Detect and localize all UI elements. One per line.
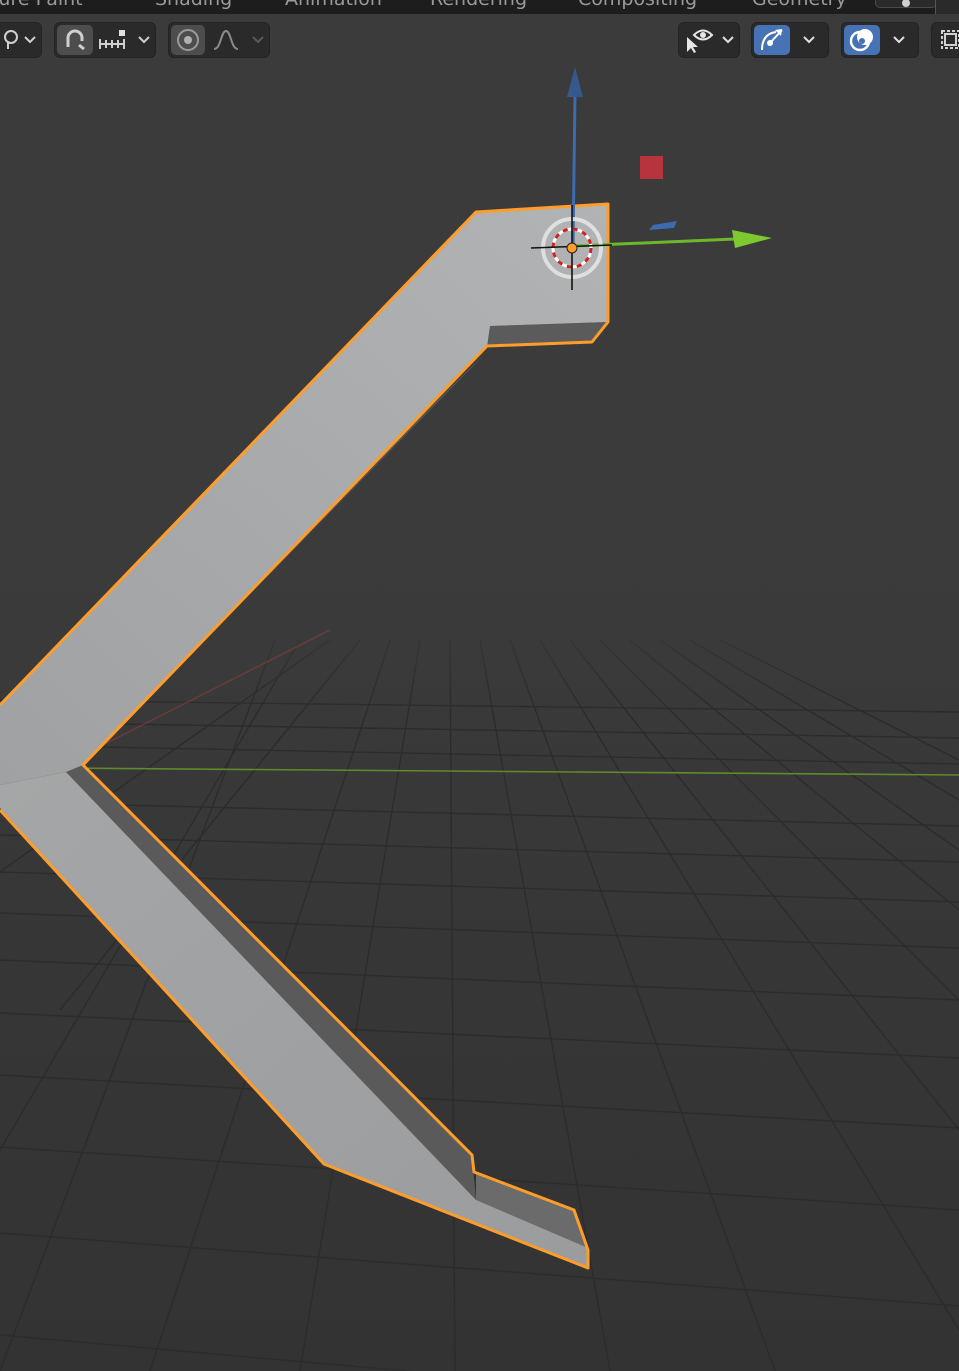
proportional-edit-group <box>168 22 270 58</box>
selected-mesh-object[interactable] <box>0 202 610 1270</box>
tab-rendering[interactable]: Rendering <box>430 0 527 10</box>
xray-toggle-button[interactable] <box>931 22 959 58</box>
gizmo-z-arrow[interactable] <box>567 67 583 97</box>
tab-shading[interactable]: Shading <box>155 0 232 10</box>
snap-target-dropdown[interactable] <box>95 25 129 55</box>
viewport-scene <box>0 67 959 1371</box>
gizmo-y-arrow[interactable] <box>732 230 772 248</box>
world-y-axis <box>59 767 959 776</box>
floor-grid <box>0 639 959 1371</box>
overlay-toggle-icon <box>849 29 873 52</box>
tab-animation[interactable]: Animation <box>285 0 382 10</box>
scene-selector[interactable] <box>935 0 959 14</box>
chevron-down-icon[interactable] <box>247 25 269 55</box>
overlay-group <box>841 22 919 58</box>
snap-magnet-icon <box>66 29 85 51</box>
snap-increment-icon <box>99 30 125 49</box>
3d-viewport[interactable] <box>0 14 959 1371</box>
gizmo-toggle-button[interactable] <box>754 25 790 55</box>
proportional-edit-icon <box>177 29 199 51</box>
falloff-curve-icon <box>213 29 239 50</box>
object-visibility-icon <box>681 25 717 55</box>
add-workspace-button[interactable] <box>875 0 937 8</box>
snap-toggle-button[interactable] <box>57 25 93 55</box>
tab-geometry[interactable]: Geometry <box>752 0 847 10</box>
gizmo-z-axis[interactable] <box>571 94 577 247</box>
gizmo-toggle-icon <box>761 29 783 51</box>
tab-texture-paint[interactable]: Texture Paint <box>0 0 83 10</box>
chevron-down-icon[interactable] <box>798 25 820 55</box>
add-icon <box>902 0 910 7</box>
overlay-toggle-button[interactable] <box>844 25 880 55</box>
chevron-down-icon <box>717 25 739 55</box>
snapping-group <box>54 22 156 58</box>
chevron-down-icon <box>19 25 41 55</box>
pivot-point-dropdown[interactable] <box>0 22 42 58</box>
object-visibility-dropdown[interactable] <box>678 22 740 58</box>
gizmo-x-plane-handle[interactable] <box>640 156 663 179</box>
gizmo-group <box>751 22 829 58</box>
gizmo-yz-plane-handle[interactable] <box>649 221 677 230</box>
chevron-down-icon[interactable] <box>888 25 910 55</box>
proportional-edit-toggle[interactable] <box>171 25 205 55</box>
tab-compositing[interactable]: Compositing <box>578 0 697 10</box>
xray-toggle-icon <box>934 25 959 55</box>
chevron-down-icon[interactable] <box>133 25 155 55</box>
workspace-tab-bar: Texture Paint Shading Animation Renderin… <box>0 0 959 14</box>
falloff-dropdown[interactable] <box>209 25 243 55</box>
